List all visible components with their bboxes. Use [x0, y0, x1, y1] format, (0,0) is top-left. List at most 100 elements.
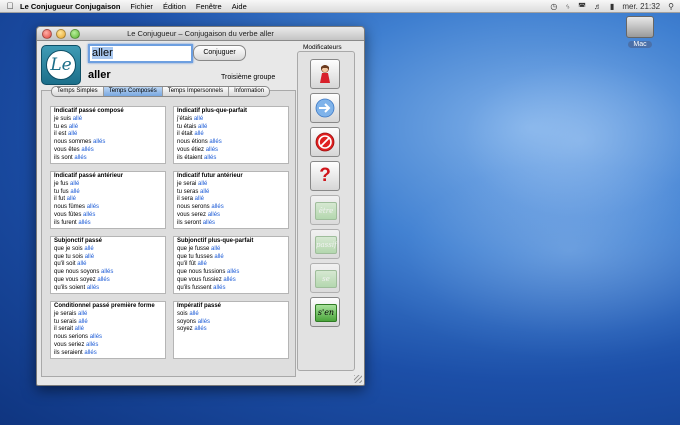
apple-menu-icon[interactable]: 	[0, 1, 20, 11]
menu-fenetre[interactable]: Fenêtre	[196, 2, 222, 11]
subject-auxiliary: que je fusse	[177, 245, 212, 252]
menubar-clock[interactable]: mer. 21:32	[622, 2, 660, 11]
subject-auxiliary: tu seras	[177, 188, 201, 195]
subject-auxiliary: que vous soyez	[54, 276, 98, 283]
conjugation-line: soyez allés	[177, 326, 285, 334]
subject-auxiliary: que vous fussiez	[177, 276, 224, 283]
conjugation-line: nous fûmes allés	[54, 204, 162, 212]
zoom-button[interactable]	[70, 29, 80, 39]
subject-auxiliary: nous sommes	[54, 139, 94, 146]
conjugation-panel: Indicatif passé composé je suis allé tu es…	[41, 90, 296, 377]
past-participle: allé	[211, 245, 221, 252]
menu-edition[interactable]: Édition	[163, 2, 186, 11]
past-participle: allé	[70, 180, 80, 187]
time-machine-icon[interactable]: ◷	[550, 2, 557, 11]
subject-auxiliary: qu'ils soient	[54, 284, 87, 291]
subject-auxiliary: que tu sois	[54, 253, 85, 260]
tense-box: Impératif passé sois allé soyons allés soye…	[173, 301, 289, 359]
auxiliary-sen-button[interactable]: s'en	[310, 297, 340, 327]
conjugation-line: vous seriez allés	[54, 342, 162, 350]
tab-information[interactable]: Information	[229, 87, 269, 96]
past-participle: allé	[198, 123, 208, 130]
conjugueur-window: Le Conjugueur – Conjugaison du verbe all…	[36, 26, 365, 386]
conjugation-line: que je fusse allé	[177, 246, 285, 254]
wifi-icon[interactable]: ◚	[578, 2, 586, 11]
feminine-button[interactable]	[310, 59, 340, 89]
close-button[interactable]	[42, 29, 52, 39]
negation-button[interactable]	[310, 127, 340, 157]
window-titlebar[interactable]: Le Conjugueur – Conjugaison du verbe all…	[37, 27, 364, 41]
tense-box: Indicatif futur antérieur je serai allé tu…	[173, 171, 289, 229]
conjugation-line: vous fûtes allés	[54, 212, 162, 220]
tense-title: Indicatif passé composé	[54, 108, 124, 114]
auxiliary-passif-button[interactable]: passif	[310, 229, 340, 259]
tab-temps-simples[interactable]: Temps Simples	[52, 87, 104, 96]
tab-temps-composes[interactable]: Temps Composés	[103, 87, 163, 96]
past-participle: allés	[84, 349, 97, 356]
past-participle: allé	[193, 115, 204, 122]
past-participle: allé	[194, 196, 205, 203]
spotlight-icon[interactable]: ⚲	[668, 2, 674, 11]
subject-auxiliary: vous serez	[177, 211, 208, 218]
conjugation-line: que vous fussiez allés	[177, 277, 285, 285]
bluetooth-icon[interactable]: ᛃ	[565, 2, 570, 11]
subject-auxiliary: qu'il fût	[177, 261, 198, 268]
desktop-disk[interactable]: Mac	[624, 16, 656, 56]
past-participle: allés	[194, 326, 207, 333]
conjugation-line: je fus allé	[54, 181, 162, 189]
subject-auxiliary: il était	[177, 131, 195, 138]
past-participle: allés	[223, 276, 236, 283]
subject-auxiliary: je serai	[177, 180, 199, 187]
subject-auxiliary: ils étaient	[177, 154, 205, 161]
tense-box: Conditionnel passé première forme je sera…	[50, 301, 166, 359]
past-participle: allé	[66, 196, 77, 203]
menu-fichier[interactable]: Fichier	[130, 2, 153, 11]
resize-handle[interactable]	[354, 375, 362, 383]
past-participle: allé	[84, 245, 94, 252]
subject-auxiliary: il fut	[54, 196, 67, 203]
auxiliary-se-button[interactable]: se	[310, 263, 340, 293]
subject-auxiliary: nous serions	[54, 334, 90, 341]
past-participle: allés	[202, 219, 216, 226]
modifiers-title: Modificateurs	[303, 44, 342, 51]
past-participle: allés	[213, 284, 226, 291]
subject-auxiliary: que je sois	[54, 245, 85, 252]
logo-mark: Le	[46, 50, 76, 80]
subject-auxiliary: nous fûmes	[54, 204, 87, 211]
subject-auxiliary: vous êtes	[54, 146, 82, 153]
subject-auxiliary: qu'ils fussent	[177, 284, 214, 291]
question-icon: ?	[319, 165, 331, 186]
conjugation-line: nous serions allés	[54, 334, 162, 342]
past-participle: allé	[77, 261, 87, 268]
auxiliary-etre-button[interactable]: être	[310, 195, 340, 225]
past-participle: allés	[86, 284, 100, 291]
past-participle: allé	[74, 326, 85, 333]
battery-icon[interactable]: ▮	[610, 2, 614, 11]
minimize-button[interactable]	[56, 29, 66, 39]
volume-icon[interactable]: ♬	[594, 2, 602, 11]
conjugation-line: qu'ils fussent allés	[177, 285, 285, 293]
subject-auxiliary: tu étais	[177, 123, 199, 130]
conjugation-line: que vous soyez allés	[54, 277, 162, 285]
tense-title: Indicatif futur antérieur	[177, 173, 243, 179]
past-participle: allés	[83, 211, 96, 218]
arrow-button[interactable]	[310, 93, 340, 123]
tense-title: Conditionnel passé première forme	[54, 303, 155, 309]
conjugation-line: tu fus allé	[54, 189, 162, 197]
past-participle: allés	[89, 334, 103, 341]
verb-input[interactable]: aller	[88, 44, 193, 63]
question-button[interactable]: ?	[310, 161, 340, 191]
tense-box: Subjonctif passé que je sois allé que tu s…	[50, 236, 166, 294]
conjugate-button[interactable]: Conjuguer	[193, 45, 246, 61]
past-participle: allés	[209, 139, 222, 146]
app-menu[interactable]: Le Conjugueur Conjugaison	[20, 2, 120, 11]
conjugation-line: vous étiez allés	[177, 147, 285, 155]
past-participle: allés	[81, 146, 94, 153]
menu-aide[interactable]: Aide	[232, 2, 247, 11]
subject-auxiliary: nous serons	[177, 204, 212, 211]
hard-disk-icon	[626, 16, 654, 38]
subject-auxiliary: nous étions	[177, 139, 210, 146]
subject-auxiliary: ils sont	[54, 154, 75, 161]
conjugation-line: il est allé	[54, 131, 162, 139]
tab-temps-impersonnels[interactable]: Temps Impersonnels	[163, 87, 230, 96]
